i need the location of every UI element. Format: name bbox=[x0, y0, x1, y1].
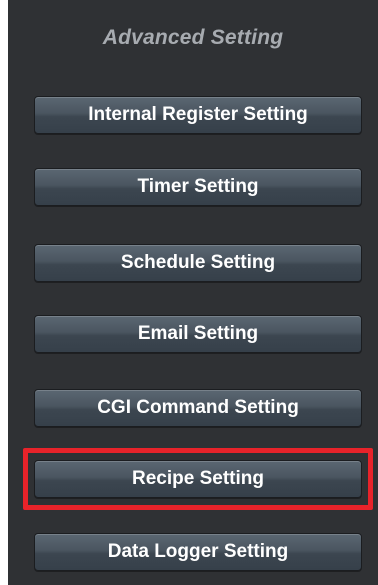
cgi-command-setting-button[interactable]: CGI Command Setting bbox=[34, 389, 362, 427]
schedule-setting-button[interactable]: Schedule Setting bbox=[34, 244, 362, 282]
advanced-setting-panel: Advanced Setting Internal Register Setti… bbox=[8, 0, 378, 585]
panel-title: Advanced Setting bbox=[102, 26, 284, 49]
recipe-setting-button[interactable]: Recipe Setting bbox=[34, 460, 362, 498]
data-logger-setting-button[interactable]: Data Logger Setting bbox=[34, 533, 362, 571]
internal-register-setting-button[interactable]: Internal Register Setting bbox=[34, 96, 362, 134]
timer-setting-button[interactable]: Timer Setting bbox=[34, 168, 362, 206]
email-setting-button[interactable]: Email Setting bbox=[34, 315, 362, 353]
